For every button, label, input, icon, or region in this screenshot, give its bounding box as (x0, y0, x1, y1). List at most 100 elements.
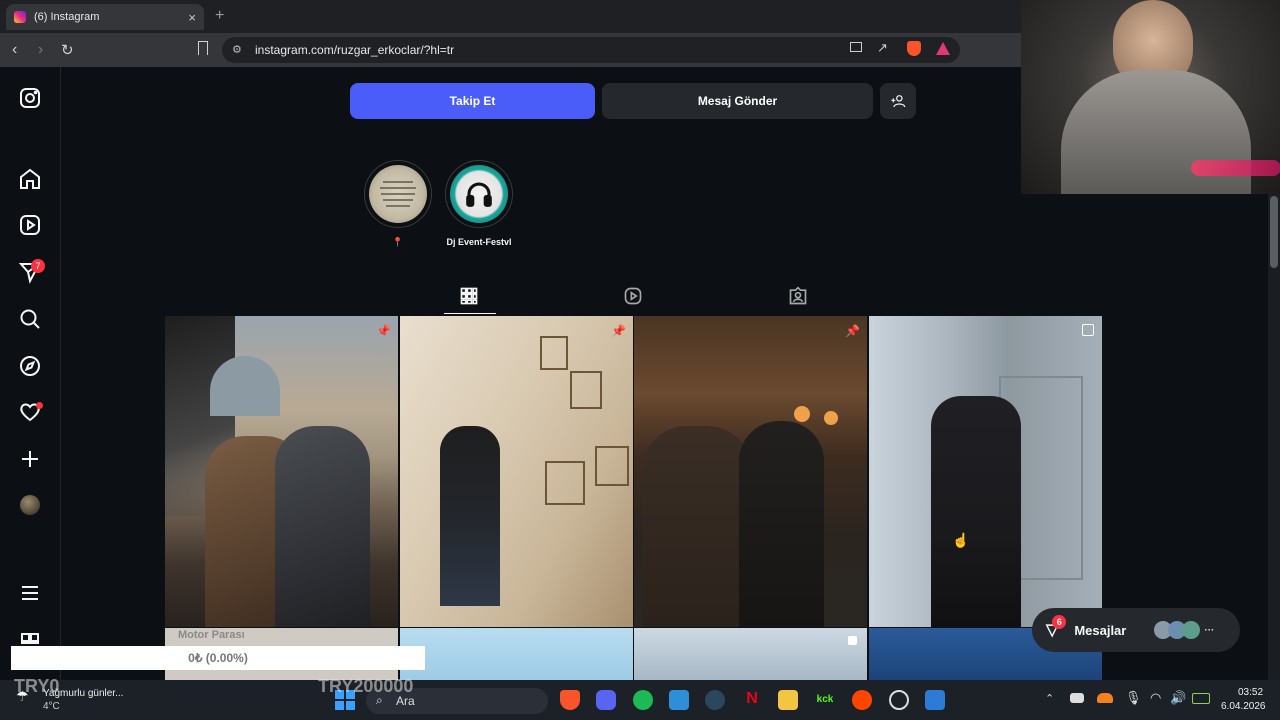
grid-post[interactable]: 📌 (634, 316, 867, 627)
highlight-label: 📍 (392, 237, 404, 247)
app-icon[interactable] (669, 690, 689, 710)
lamp-shape (824, 411, 838, 425)
instagram-logo-icon[interactable] (18, 86, 42, 110)
more-icon: ··· (1204, 624, 1215, 636)
mouse-cursor-icon: ☝ (952, 532, 970, 548)
highlight-cover-note (369, 165, 427, 223)
messages-panel-button[interactable]: ▽ 6 Mesajlar ··· (1032, 608, 1240, 652)
highlight-ring (364, 160, 432, 228)
wifi-icon[interactable]: ◠ (1150, 690, 1161, 706)
file-explorer-icon[interactable] (778, 690, 798, 710)
dome-shape (210, 356, 280, 416)
lamp-shape (794, 406, 810, 422)
reload-icon[interactable]: ↻ (61, 41, 74, 59)
messages-badge: 6 (1052, 615, 1067, 629)
spotify-icon[interactable] (633, 690, 653, 710)
tab-close-icon[interactable]: × (188, 10, 196, 25)
carousel-icon (1082, 324, 1094, 336)
discord-icon[interactable] (596, 690, 616, 710)
try0-overlay: TRY0 (14, 676, 60, 696)
profile-avatar[interactable] (20, 495, 40, 515)
reels-tab[interactable] (623, 286, 643, 306)
microphone-icon[interactable]: 🎙 (1125, 690, 1142, 706)
reels-tab-icon (624, 287, 642, 305)
notifications-badge: 7 (31, 259, 45, 273)
grid-post[interactable] (634, 628, 867, 680)
donation-progress-bar: 0₺ (0.00%) (11, 646, 425, 670)
highlight-label: Dj Event-Festvl (446, 237, 512, 247)
headphones-icon (450, 165, 508, 223)
grid-icon (460, 287, 478, 305)
frame-shape (540, 336, 568, 370)
site-info-icon[interactable]: ⚙ (232, 43, 242, 56)
volume-icon[interactable]: 🔊 (1170, 690, 1186, 706)
url-text: instagram.com/ruzgar_erkoclar/?hl=tr (255, 43, 455, 57)
browser-tab[interactable]: (6) Instagram × (6, 4, 204, 30)
highlight-dj-event[interactable]: Dj Event-Festvl (444, 160, 514, 247)
follow-button[interactable]: Takip Et (350, 83, 595, 119)
bookmark-icon[interactable] (198, 41, 208, 55)
person-shape (739, 421, 824, 627)
address-bar[interactable]: ⚙ instagram.com/ruzgar_erkoclar/?hl=tr ↗ (222, 37, 960, 63)
instagram-favicon-icon (14, 11, 26, 23)
grid-post[interactable] (400, 628, 633, 680)
messages-label: Mesajlar (1074, 622, 1127, 638)
person-shape (931, 396, 1021, 627)
kick-icon[interactable]: kck (815, 690, 835, 710)
steam-icon[interactable] (705, 690, 725, 710)
highlight-pin[interactable]: 📍 (363, 160, 433, 248)
windows-taskbar: ☂ Yağmurlu günler... 4°C ⌕ Ara N kck ⌃ 🎙… (0, 680, 1280, 720)
discord-tray-icon[interactable] (1070, 693, 1084, 703)
battery-icon[interactable] (1192, 693, 1210, 704)
pin-icon: 📌 (611, 324, 626, 338)
search-icon[interactable] (18, 307, 42, 331)
app-icon[interactable] (925, 690, 945, 710)
clock-time[interactable]: 03:52 (1238, 687, 1263, 698)
brave-icon[interactable] (560, 690, 580, 710)
frame-shape (595, 446, 629, 486)
tab-title: (6) Instagram (34, 11, 100, 23)
highlight-ring (445, 160, 513, 228)
tagged-icon (789, 286, 807, 305)
pin-icon: 📌 (376, 324, 391, 338)
brave-rewards-icon[interactable] (936, 42, 950, 55)
person-shape (440, 426, 500, 606)
explore-icon[interactable] (18, 354, 42, 378)
menu-icon[interactable] (18, 581, 42, 605)
home-icon[interactable] (18, 167, 42, 191)
reddit-icon[interactable] (852, 690, 872, 710)
suggested-users-button[interactable] (880, 83, 916, 119)
tagged-tab[interactable] (788, 286, 808, 306)
notification-dot (36, 402, 43, 409)
back-icon[interactable]: ‹ (12, 41, 17, 59)
app-icon[interactable] (889, 690, 909, 710)
netflix-icon[interactable]: N (742, 690, 762, 710)
reels-icon[interactable] (18, 213, 42, 237)
webcam-overlay (1021, 0, 1280, 194)
more-apps-icon[interactable] (18, 630, 42, 644)
grid-post[interactable] (869, 316, 1102, 627)
brave-shields-icon[interactable] (907, 41, 921, 56)
grid-post[interactable]: 📌 (400, 316, 633, 627)
send-message-button[interactable]: Mesaj Gönder (602, 83, 873, 119)
active-tab-indicator (444, 313, 496, 314)
grid-post[interactable]: 📌 (165, 316, 398, 627)
forward-icon[interactable]: › (38, 41, 43, 59)
motor-parasi-label: Motor Parası (178, 629, 245, 641)
create-plus-icon[interactable] (18, 447, 42, 471)
scrollbar-thumb[interactable] (1270, 196, 1278, 268)
avatar (1182, 621, 1201, 639)
cloudflare-icon[interactable] (1097, 693, 1113, 703)
cast-icon[interactable] (850, 42, 862, 52)
clock-date[interactable]: 6.04.2026 (1221, 701, 1266, 712)
page-scrollbar[interactable] (1268, 194, 1280, 680)
new-tab-button[interactable]: + (215, 7, 224, 25)
chevron-up-icon[interactable]: ⌃ (1045, 692, 1054, 705)
person-shape (642, 426, 752, 627)
try200000-overlay: TRY200000 (318, 676, 414, 696)
instagram-sidebar: 7 (0, 67, 61, 680)
frame-shape (545, 461, 585, 505)
posts-grid-tab[interactable] (459, 286, 479, 306)
share-icon[interactable]: ↗ (877, 40, 888, 56)
carousel-icon (848, 636, 857, 645)
